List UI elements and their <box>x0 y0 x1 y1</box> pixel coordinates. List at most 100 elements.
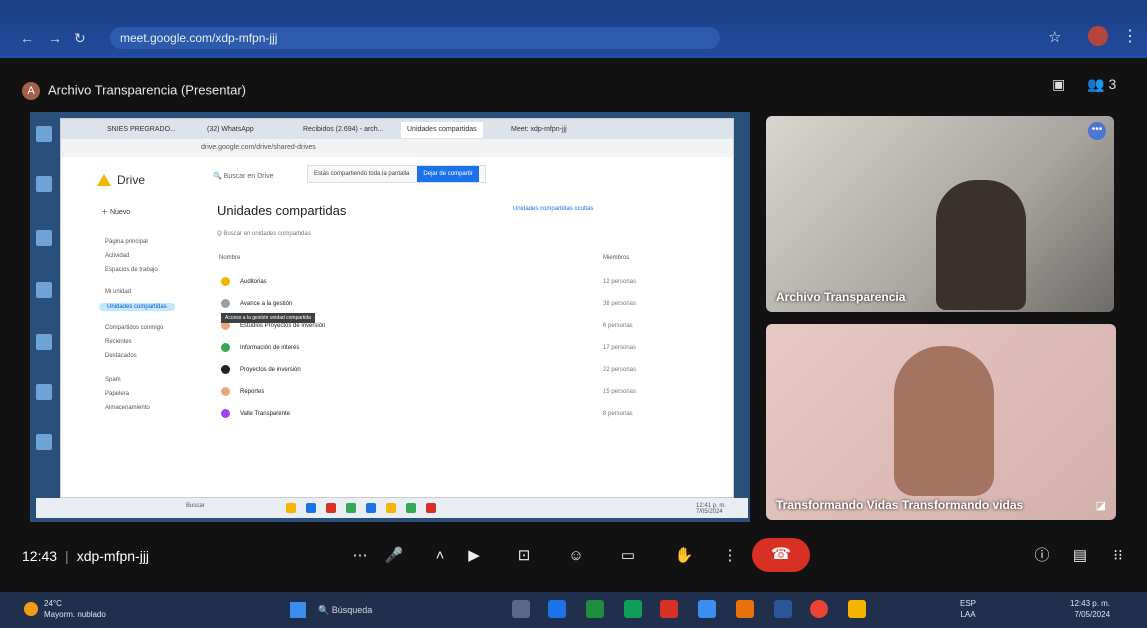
sidebar-item-shared-with-me[interactable]: Compartidos conmigo <box>105 325 163 331</box>
drive-browser-window: SNIES PREGRADO... (32) WhatsApp Recibido… <box>60 118 734 498</box>
inner-taskbar-icon[interactable] <box>366 503 376 513</box>
shared-drive-icon <box>221 365 230 374</box>
sidebar-item-my-drive[interactable]: Mi unidad <box>105 289 131 295</box>
shared-drive-name: Información de interés <box>240 345 300 352</box>
sidebar-item-shared-drives[interactable]: Unidades compartidas <box>99 303 175 311</box>
shared-drive-members: 8 personas <box>603 411 633 417</box>
drive-sidebar: Drive ＋ Nuevo Página principal Actividad… <box>61 159 201 497</box>
taskbar-search[interactable]: 🔍 Búsqueda <box>318 600 438 620</box>
shared-drive-row[interactable]: Proyectos de inversión 22 personas <box>221 365 701 379</box>
inner-tab-active[interactable]: Unidades compartidas <box>401 122 483 138</box>
desktop-icon <box>36 334 52 350</box>
emoji-icon[interactable]: ☺ <box>562 542 590 570</box>
sidebar-item-home[interactable]: Página principal <box>105 239 148 245</box>
desktop-icon <box>36 434 52 450</box>
new-button[interactable]: ＋ Nuevo <box>101 207 130 217</box>
taskbar-app-icon[interactable] <box>660 600 678 618</box>
inner-taskbar-icon[interactable] <box>326 503 336 513</box>
inner-clock: 12:41 p. m. 7/05/2024 <box>696 503 727 515</box>
captions-icon[interactable]: ▭ <box>614 542 642 570</box>
shared-drives-filter-input[interactable]: Q Buscar en unidades compartidas <box>217 231 311 237</box>
word-icon[interactable] <box>774 600 792 618</box>
end-call-button[interactable]: ☎ <box>752 538 810 572</box>
sidebar-item-trash[interactable]: Papelera <box>105 391 129 397</box>
taskbar-app-icon[interactable] <box>624 600 642 618</box>
firefox-icon[interactable] <box>736 600 754 618</box>
inner-tab[interactable]: (32) WhatsApp <box>201 122 260 138</box>
more-options-icon[interactable]: ••• <box>1088 122 1106 140</box>
drive-search-input[interactable]: 🔍 Buscar en Drive <box>213 169 313 185</box>
sidebar-item-starred[interactable]: Destacados <box>105 353 137 359</box>
pin-icon[interactable]: ◪ <box>1096 499 1106 512</box>
hidden-shared-drives-link[interactable]: Unidades compartidas ocultas <box>513 206 593 212</box>
inner-tab[interactable]: Recibidos (2.694) - arch... <box>297 122 390 138</box>
raise-hand-icon[interactable]: ✋ <box>670 542 698 570</box>
present-screen-icon[interactable]: ⊡ <box>510 542 538 570</box>
microphone-icon[interactable]: 🎤 <box>380 542 408 570</box>
sidebar-item-recent[interactable]: Recientes <box>105 339 132 345</box>
inner-taskbar-search[interactable]: Buscar <box>186 503 205 509</box>
inner-taskbar-icon[interactable] <box>286 503 296 513</box>
inner-tab[interactable]: Meet: xdp-mfpn-jjj <box>505 122 573 138</box>
participant-tile[interactable]: ••• Archivo Transparencia <box>766 116 1114 312</box>
column-header-members[interactable]: Miembros <box>603 255 629 261</box>
keyboard-layout: LAA <box>960 610 976 619</box>
forward-icon[interactable]: → <box>48 30 62 46</box>
more-audio-options-icon[interactable]: ⋯ <box>346 542 374 570</box>
present-indicator-icon: ▣ <box>1052 76 1066 92</box>
meeting-details-icon[interactable]: ⓘ <box>1028 542 1056 570</box>
shared-drive-icon <box>221 299 230 308</box>
browser-menu-icon[interactable]: ⋮ <box>1122 26 1138 46</box>
shared-drive-name: Estudios Proyectos de inversión <box>240 323 326 330</box>
desktop-icon <box>36 176 52 192</box>
inner-url-bar[interactable]: drive.google.com/drive/shared-drives <box>61 139 733 157</box>
inner-taskbar-icon[interactable] <box>426 503 436 513</box>
shared-drive-name: Reportes <box>240 389 265 396</box>
sidebar-item-activity[interactable]: Actividad <box>105 253 129 259</box>
system-clock[interactable]: 12:43 p. m. 7/05/2024 <box>1070 598 1110 620</box>
language-indicator[interactable]: ESP LAA <box>960 598 976 620</box>
stop-sharing-button[interactable]: Dejar de compartir <box>417 166 479 182</box>
inner-tab-strip: SNIES PREGRADO... (32) WhatsApp Recibido… <box>61 119 733 139</box>
inner-taskbar-icon[interactable] <box>346 503 356 513</box>
reload-icon[interactable]: ↻ <box>74 30 86 47</box>
more-options-icon[interactable]: ⋮ <box>716 542 744 570</box>
file-explorer-icon[interactable] <box>848 600 866 618</box>
profile-avatar[interactable] <box>1088 26 1108 46</box>
shared-drive-row[interactable]: Avance a la gestión 38 personas <box>221 299 701 313</box>
shared-drive-icon <box>221 277 230 286</box>
task-view-icon[interactable] <box>512 600 530 618</box>
chevron-up-icon[interactable]: ˄ <box>426 542 454 570</box>
taskbar-app-icon[interactable] <box>698 600 716 618</box>
inner-taskbar-icon[interactable] <box>406 503 416 513</box>
desktop-icon <box>36 126 52 142</box>
inner-taskbar-icon[interactable] <box>306 503 316 513</box>
taskbar-app-icon[interactable] <box>548 600 566 618</box>
participant-tile[interactable]: Transformando Vidas Transformando vidas … <box>766 324 1116 520</box>
shared-drive-row[interactable]: Estudios Proyectos de inversión 6 persona… <box>221 321 701 335</box>
column-header-name[interactable]: Nombre <box>219 255 240 261</box>
address-bar[interactable]: meet.google.com/xdp-mfpn-jjj <box>110 27 720 49</box>
chat-icon[interactable]: ▤ <box>1066 542 1094 570</box>
shared-drive-members: 22 personas <box>603 367 637 373</box>
sidebar-item-spam[interactable]: Spam <box>105 377 121 383</box>
shared-drive-row[interactable]: Reportes 15 personas <box>221 387 701 401</box>
start-button[interactable] <box>290 602 306 618</box>
chrome-icon[interactable] <box>810 600 828 618</box>
shared-drive-row[interactable]: Auditorias 12 personas <box>221 277 701 291</box>
bookmark-star-icon[interactable]: ☆ <box>1048 28 1061 46</box>
excel-icon[interactable] <box>586 600 604 618</box>
sidebar-item-workspaces[interactable]: Espacios de trabajo <box>105 267 158 273</box>
shared-drive-row[interactable]: Valle Transparente 8 personas <box>221 409 701 423</box>
sidebar-item-storage[interactable]: Almacenamiento <box>105 405 150 411</box>
participants-icon[interactable]: 👥 <box>1087 76 1104 92</box>
activities-icon[interactable]: ⁝⁝ <box>1104 542 1132 570</box>
drive-search-placeholder: Buscar en Drive <box>223 173 274 180</box>
weather-widget[interactable]: 24°C Mayorm. nublado <box>24 598 106 620</box>
shared-drive-row[interactable]: Información de interés 17 personas <box>221 343 701 357</box>
inner-taskbar-icon[interactable] <box>386 503 396 513</box>
meeting-info: 12:43 | xdp-mfpn-jjj <box>22 548 150 564</box>
camera-icon[interactable]: ▶ <box>460 542 488 570</box>
back-icon[interactable]: ← <box>20 30 34 46</box>
inner-tab[interactable]: SNIES PREGRADO... <box>101 122 182 138</box>
